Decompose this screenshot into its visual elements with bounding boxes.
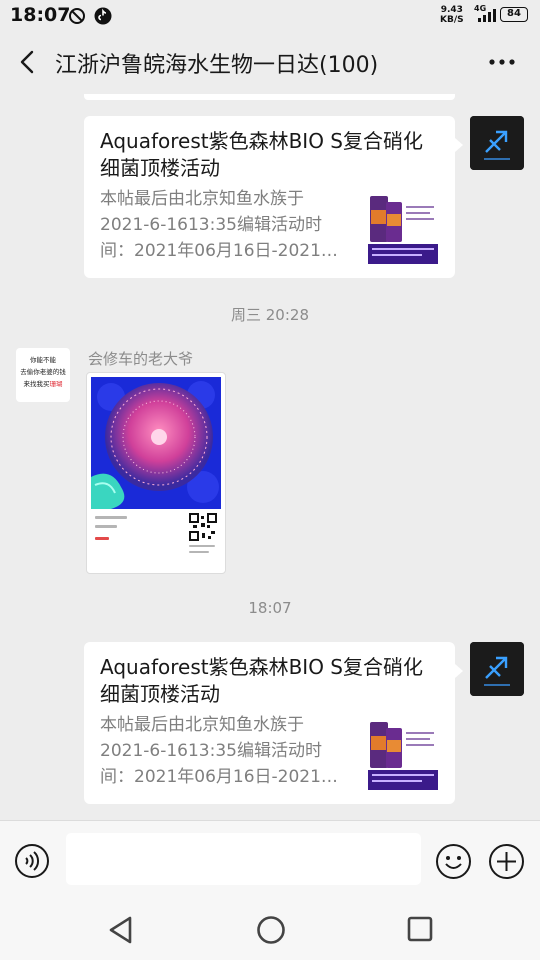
chat-timestamp: 18:07 (248, 599, 292, 617)
product-thumbnail (368, 718, 438, 790)
avatar-text: 来找我买珊瑚 (16, 378, 70, 390)
image-caption-line (189, 551, 209, 553)
chat-header: 江浙沪鲁皖海水生物一日达(100) (0, 32, 540, 94)
qr-code-icon (189, 513, 217, 541)
link-card-desc-line: 本帖最后由北京知鱼水族于 (100, 189, 304, 209)
sagittarius-logo-icon (470, 116, 524, 170)
avatar-text: 去偷你老婆的钱 (20, 368, 66, 376)
link-card-desc-line: 2021-6-1613:35编辑活动时 (100, 741, 322, 761)
sagittarius-logo-icon (470, 642, 524, 696)
avatar[interactable] (470, 116, 524, 170)
link-card-message[interactable]: Aquaforest紫色森林BIO S复合硝化细菌顶楼活动 本帖最后由北京知鱼水… (84, 642, 463, 804)
link-card-desc-line: 间：2021年06月16日-2021… (100, 241, 338, 261)
image-caption-line (95, 525, 117, 528)
image-price-tag (95, 537, 109, 540)
nav-back-icon[interactable] (106, 914, 136, 946)
tiktok-icon (94, 7, 112, 25)
image-caption-line (189, 545, 215, 547)
image-caption-line (95, 516, 127, 519)
link-card-title: Aquaforest紫色森林BIO S复合硝化细菌顶楼活动 (100, 129, 423, 180)
do-not-disturb-icon (69, 8, 85, 24)
link-card-message[interactable]: Aquaforest紫色森林BIO S复合硝化细菌顶楼活动 本帖最后由北京知鱼水… (84, 116, 463, 278)
link-card-title: Aquaforest紫色森林BIO S复合硝化细菌顶楼活动 (100, 655, 423, 706)
chat-area[interactable]: Aquaforest紫色森林BIO S复合硝化细菌顶楼活动 本帖最后由北京知鱼水… (0, 94, 540, 820)
coral-image (91, 377, 221, 509)
message-input[interactable] (66, 833, 421, 885)
product-thumbnail (368, 192, 438, 264)
nav-recent-icon[interactable] (406, 915, 434, 943)
avatar-text-black: 来找我买 (23, 380, 50, 388)
link-card-desc-line: 2021-6-1613:35编辑活动时 (100, 215, 322, 235)
system-nav-bar (0, 902, 540, 960)
network-speed: 9.43 KB/S (440, 5, 464, 25)
status-time: 18:07 (10, 4, 71, 26)
status-bar: 18:07 9.43 KB/S 4G 84 (0, 0, 540, 32)
signal-icon (478, 9, 496, 22)
ellipsis-icon[interactable] (484, 50, 520, 74)
chat-title: 江浙沪鲁皖海水生物一日达(100) (55, 53, 379, 78)
image-message[interactable] (86, 372, 226, 574)
avatar-text-red: 珊瑚 (49, 380, 63, 388)
voice-icon[interactable] (14, 843, 50, 879)
battery-icon: 84 (500, 7, 528, 22)
avatar-text: 你能不能 (30, 356, 56, 364)
chat-timestamp: 周三 20:28 (231, 306, 309, 324)
chevron-left-icon[interactable] (14, 48, 42, 76)
link-card-desc-line: 间：2021年06月16日-2021… (100, 767, 338, 787)
link-card-desc-line: 本帖最后由北京知鱼水族于 (100, 715, 304, 735)
nav-home-icon[interactable] (256, 915, 286, 945)
previous-message-bubble[interactable] (84, 94, 455, 100)
plus-icon[interactable] (488, 843, 525, 880)
link-card-description: 本帖最后由北京知鱼水族于 2021-6-1613:35编辑活动时 间：2021年… (100, 712, 345, 790)
network-speed-value: 9.43 (440, 5, 463, 15)
avatar[interactable]: 你能不能 去偷你老婆的钱 来找我买珊瑚 (16, 348, 70, 402)
emoji-icon[interactable] (435, 843, 472, 880)
message-input-bar (0, 820, 540, 902)
link-card-description: 本帖最后由北京知鱼水族于 2021-6-1613:35编辑活动时 间：2021年… (100, 186, 345, 264)
avatar[interactable] (470, 642, 524, 696)
sender-name: 会修车的老大爷 (88, 350, 194, 368)
network-speed-unit: KB/S (440, 15, 464, 25)
